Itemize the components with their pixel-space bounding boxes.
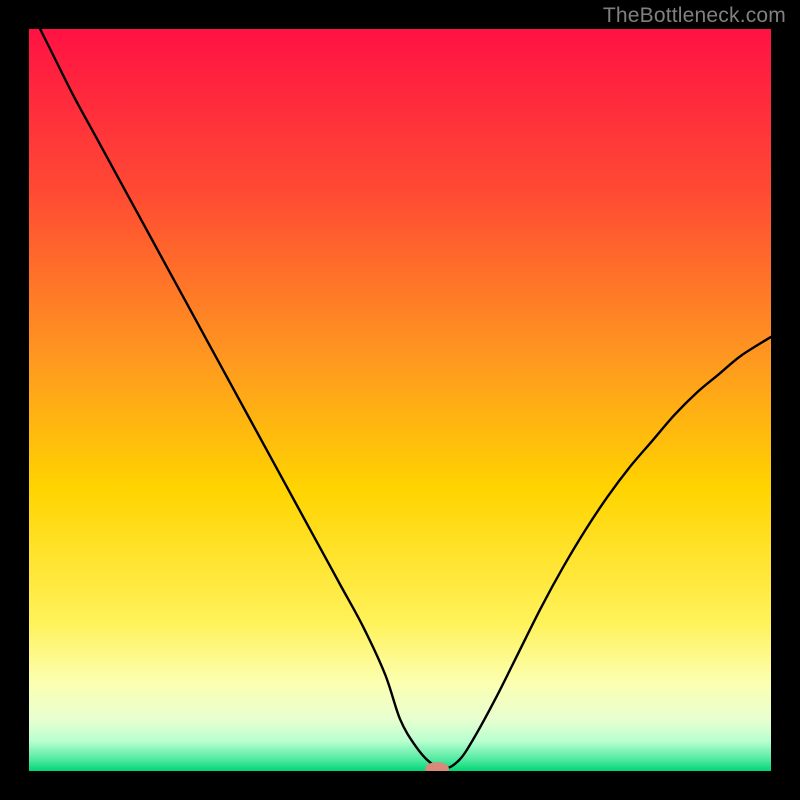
plot-svg xyxy=(29,29,771,771)
gradient-rect xyxy=(29,29,771,771)
watermark-text: TheBottleneck.com xyxy=(603,4,786,28)
chart-frame: TheBottleneck.com xyxy=(0,0,800,800)
plot-area xyxy=(29,29,771,771)
